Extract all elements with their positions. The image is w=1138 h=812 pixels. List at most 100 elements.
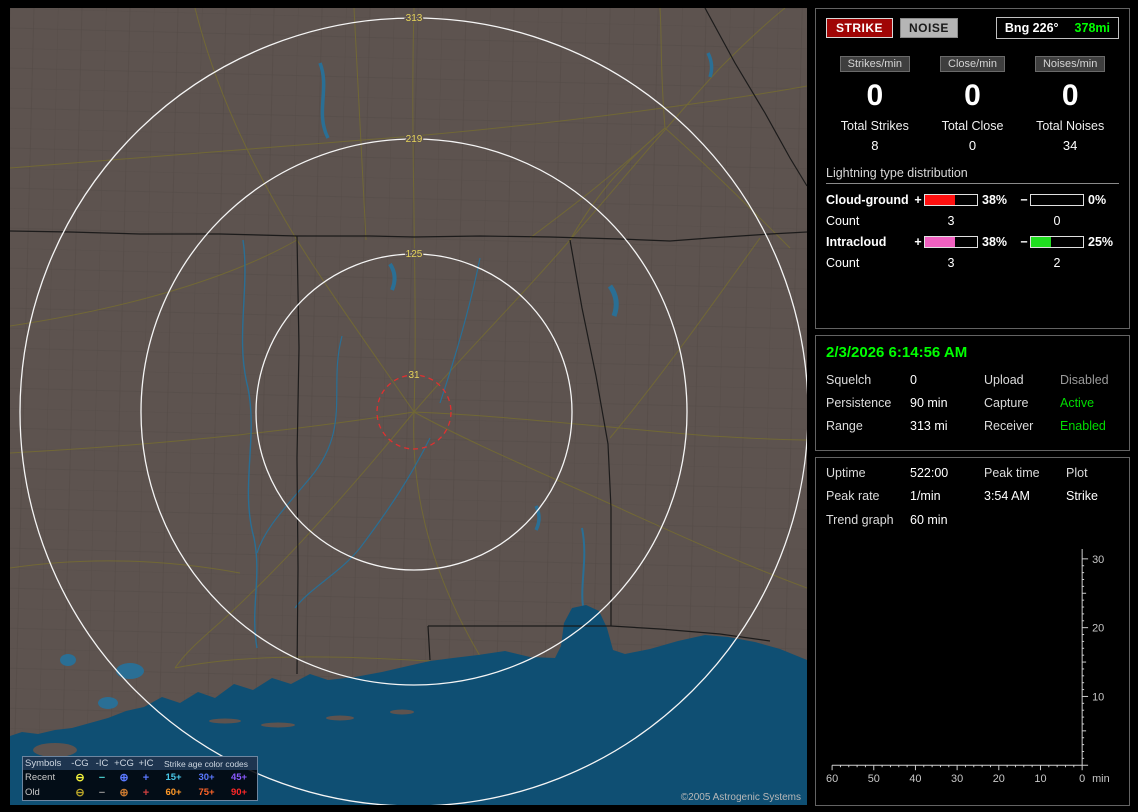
neg-ic-old-icon: − <box>98 786 106 799</box>
neg-cg-recent-icon: ⊖ <box>75 772 85 784</box>
ring-label-31: 31 <box>408 370 420 381</box>
rates-grid: Strikes/min 0 Total Strikes 8 Close/min … <box>826 54 1119 153</box>
ic-plus-count: 3 <box>947 256 955 270</box>
distribution-title: Lightning type distribution <box>826 166 1119 184</box>
rate-col-strikes: Strikes/min 0 Total Strikes 8 <box>826 54 924 153</box>
svg-text:40: 40 <box>909 773 921 785</box>
map-viewport[interactable]: 313 219 125 31 Symbols -CG -IC +CG +IC S… <box>10 8 807 805</box>
rate-col-close: Close/min 0 Total Close 0 <box>924 54 1022 153</box>
total-strikes-label: Total Strikes <box>840 119 909 133</box>
sidebar: STRIKE NOISE Bng 226° 378mi Strikes/min … <box>815 8 1130 806</box>
strike-stats-panel: STRIKE NOISE Bng 226° 378mi Strikes/min … <box>815 8 1130 330</box>
cg-minus-count: 0 <box>1053 214 1061 228</box>
peak-rate-value: 1/min <box>910 489 941 503</box>
cg-minus-pct: 0% <box>1088 193 1107 207</box>
ic-plus-bar-fill <box>925 237 956 247</box>
trend-graph-value: 60 min <box>910 513 948 527</box>
ic-count-label: Count <box>826 256 860 270</box>
plus-sign: + <box>914 193 922 207</box>
legend-age-header: Strike age color codes <box>163 758 249 769</box>
close-per-min-value: 0 <box>964 79 981 112</box>
age-75: 75+ <box>198 787 215 798</box>
datetime: 2/3/2026 6:14:56 AM <box>826 344 968 362</box>
bearing-box: Bng 226° 378mi <box>995 17 1119 39</box>
toolbar: STRIKE NOISE Bng 226° 378mi <box>826 17 1119 39</box>
neg-cg-old-icon: ⊖ <box>75 787 85 799</box>
age-60: 60+ <box>165 787 182 798</box>
cg-plus-bar <box>924 194 978 206</box>
strike-button[interactable]: STRIKE <box>826 18 894 38</box>
legend-row-old: Old ⊖ − ⊕ + 60+ 75+ 90+ <box>23 785 257 800</box>
peak-time-value: 3:54 AM <box>984 489 1030 503</box>
ic-minus-count: 2 <box>1053 256 1061 270</box>
svg-text:60: 60 <box>826 773 838 785</box>
svg-text:30: 30 <box>951 773 963 785</box>
legend-header: Symbols -CG -IC +CG +IC Strike age color… <box>23 757 257 770</box>
strikes-per-min-header: Strikes/min <box>839 56 911 72</box>
peak-time-label: Peak time <box>984 466 1040 480</box>
svg-text:10: 10 <box>1034 773 1046 785</box>
map-canvas: 313 219 125 31 <box>10 8 807 805</box>
bearing-range: 378mi <box>1074 21 1110 35</box>
squelch-label: Squelch <box>826 373 872 388</box>
age-15: 15+ <box>165 772 182 783</box>
total-noises-label: Total Noises <box>1036 119 1105 133</box>
bearing-label: Bng 226° <box>1004 21 1059 35</box>
ic-minus-bar <box>1030 236 1084 248</box>
svg-text:20: 20 <box>1092 623 1104 635</box>
uptime-label: Uptime <box>826 466 866 480</box>
pos-cg-recent-icon: ⊕ <box>119 772 129 784</box>
plot-label: Plot <box>1066 466 1088 480</box>
upload-label: Upload <box>984 373 1024 388</box>
legend-old-label: Old <box>25 787 40 798</box>
svg-text:20: 20 <box>993 773 1005 785</box>
cloud-ground-label: Cloud-ground <box>826 193 909 207</box>
minus-sign: − <box>1020 193 1028 207</box>
copyright-text: ©2005 Astrogenic Systems <box>680 792 801 803</box>
intracloud-label: Intracloud <box>826 235 887 249</box>
trend-panel: Uptime 522:00 Peak time Plot Peak rate 1… <box>815 457 1130 806</box>
total-noises-value: 34 <box>1062 138 1078 153</box>
trend-graph-label: Trend graph <box>826 513 894 527</box>
receiver-label: Receiver <box>984 419 1034 434</box>
pos-ic-old-icon: + <box>142 786 150 799</box>
peak-rate-label: Peak rate <box>826 489 880 503</box>
persistence-value: 90 min <box>910 396 948 411</box>
ring-label-219: 219 <box>406 134 423 145</box>
cg-count-label: Count <box>826 214 860 228</box>
total-close-label: Total Close <box>941 119 1004 133</box>
cg-plus-pct: 38% <box>982 193 1008 207</box>
age-90: 90+ <box>230 787 248 798</box>
legend-col-neg-ic: -IC <box>95 758 109 769</box>
legend-row-recent: Recent ⊖ − ⊕ + 15+ 30+ 45+ <box>23 770 257 785</box>
capture-label: Capture <box>984 396 1029 411</box>
total-close-value: 0 <box>968 138 977 153</box>
legend-col-pos-cg: +CG <box>114 758 134 769</box>
cg-minus-bar <box>1030 194 1084 206</box>
pos-cg-old-icon: ⊕ <box>119 787 129 799</box>
strike-legend: Symbols -CG -IC +CG +IC Strike age color… <box>22 756 258 801</box>
rate-col-noises: Noises/min 0 Total Noises 34 <box>1021 54 1119 153</box>
svg-text:10: 10 <box>1092 691 1104 703</box>
squelch-value: 0 <box>910 373 917 388</box>
noise-button[interactable]: NOISE <box>900 18 958 38</box>
range-label: Range <box>826 419 863 434</box>
total-strikes-value: 8 <box>871 138 879 153</box>
ic-plus-bar <box>924 236 978 248</box>
stats-grid: Uptime 522:00 Peak time Plot Peak rate 1… <box>826 466 1119 503</box>
distribution-table: Cloud-ground + 38% − 0% Count 3 0 Intrac… <box>826 193 1119 270</box>
svg-text:30: 30 <box>1092 554 1104 566</box>
ring-label-125: 125 <box>406 249 423 260</box>
plus-sign: + <box>914 235 922 249</box>
receiver-value: Enabled <box>1060 419 1106 434</box>
close-per-min-header: Close/min <box>940 56 1005 72</box>
neg-ic-recent-icon: − <box>98 771 106 784</box>
cg-plus-bar-fill <box>925 195 956 205</box>
cg-plus-count: 3 <box>947 214 955 228</box>
trend-row: Trend graph 60 min <box>826 513 1119 527</box>
legend-recent-label: Recent <box>25 772 56 783</box>
age-30: 30+ <box>198 772 215 783</box>
ic-minus-pct: 25% <box>1088 235 1114 249</box>
status-panel: 2/3/2026 6:14:56 AM Squelch 0 Upload Dis… <box>815 335 1130 451</box>
trend-axes: 30 20 10 60 50 40 30 20 10 0 min <box>826 548 1110 785</box>
